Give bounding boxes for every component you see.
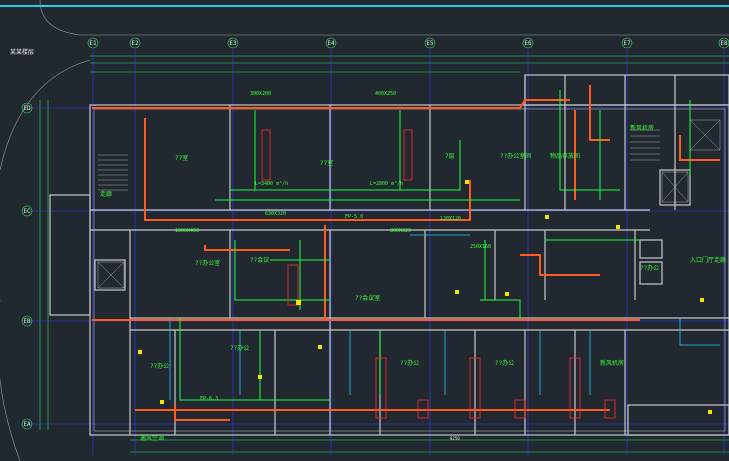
column-axis-label: E1: [89, 40, 97, 47]
column-axis-label: E5: [426, 40, 434, 47]
curved-outline-left-2: [0, 300, 21, 461]
duct-note: 630X320: [265, 211, 286, 217]
duct-note: 120X120: [440, 216, 461, 222]
duct-note: 250X160: [470, 244, 491, 250]
room-label: 新风机房: [630, 124, 654, 132]
column-axis-label: E4: [327, 40, 335, 47]
room-label: ??会议: [250, 256, 269, 264]
column-axis-label: E2: [131, 40, 139, 47]
supply-duct: [92, 85, 720, 421]
duct-note: FP-6.3: [200, 396, 218, 402]
column-axis-label: E8: [720, 40, 728, 47]
row-axis-label: ED: [23, 105, 31, 112]
return-duct: [179, 90, 691, 401]
duct-note: 300X200: [250, 91, 271, 97]
room-label: ??室: [320, 159, 333, 167]
row-axis-label: EB: [23, 318, 31, 325]
row-axis-label: EC: [23, 208, 31, 215]
column-axis-label: E7: [623, 40, 631, 47]
duct-note: L=2800 m³/h: [370, 181, 403, 187]
room-label: ??会议室: [355, 294, 380, 302]
room-label: ??办公: [640, 264, 659, 272]
room-label: ??办公: [230, 344, 249, 352]
duct-note: 400X250: [375, 91, 396, 97]
room-label: ??办公室: [195, 259, 220, 267]
room-label: ??办公: [400, 359, 419, 367]
duct-note: 1000X400: [175, 228, 199, 234]
room-label: 走廊: [100, 190, 112, 198]
room-label: 7层: [445, 153, 455, 160]
duct-note: 8250: [450, 436, 460, 441]
duct-note: L=3400 m³/h: [255, 181, 288, 187]
cad-drawing-canvas: 某某楼层 E1E2E3E4E5E6E7E8EDECEBEA: [0, 0, 729, 461]
column-axis-label: E3: [229, 40, 237, 47]
room-label: ??办公: [150, 362, 169, 370]
duct-note: FP-5.0: [345, 214, 363, 220]
room-label: 物品存放间: [550, 152, 580, 160]
room-label: ??办公室间: [500, 152, 531, 160]
room-label: ??办公: [495, 359, 514, 367]
duct-note: 800X320: [390, 228, 411, 234]
room-label: ??室: [175, 154, 188, 162]
row-axis-label: EA: [23, 421, 31, 428]
column-axis-label: E6: [524, 40, 532, 47]
room-label: 通风空调: [140, 434, 164, 442]
curved-outline-left: [0, 59, 91, 171]
room-label: 新风机房: [600, 359, 624, 367]
floor-plan-svg[interactable]: E1 E2 E3 E4 E5 E6 E7 E8 ED EC EB EA ??室??室7层…: [0, 0, 729, 461]
room-label: 入口门厅走廊: [690, 256, 726, 264]
